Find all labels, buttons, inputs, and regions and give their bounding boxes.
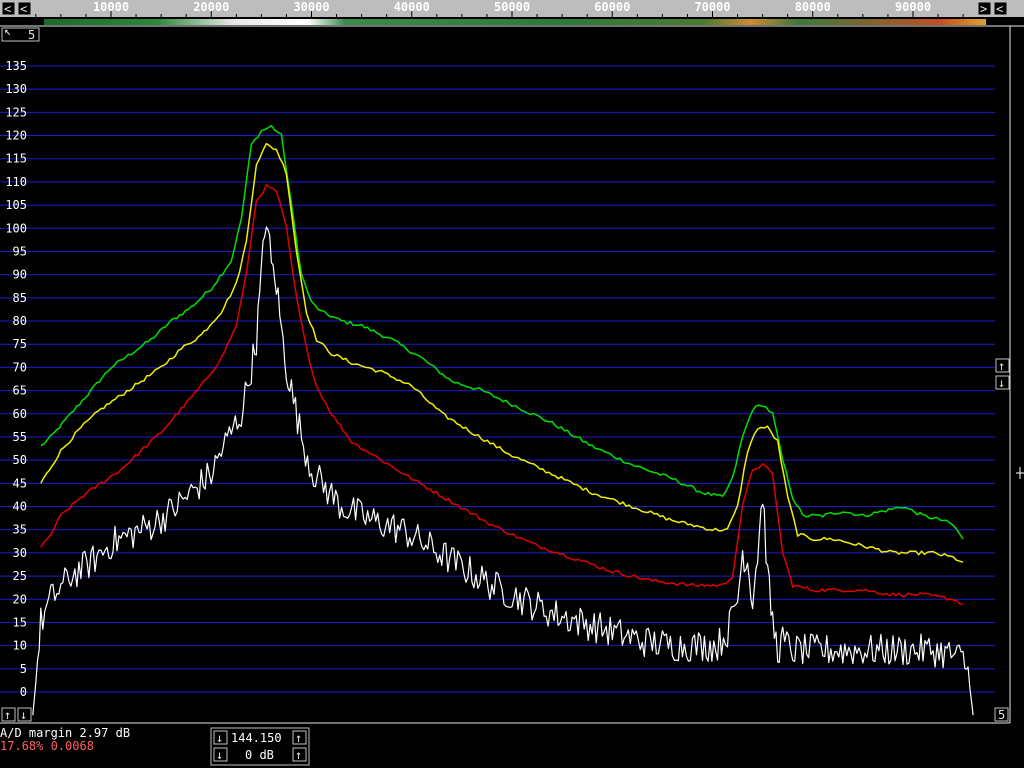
x-tick-label: 40000 <box>394 0 430 14</box>
gain-value: 0 dB <box>245 748 274 762</box>
freq-up-button[interactable]: ↑ <box>292 730 307 745</box>
x-tick-label: 20000 <box>193 0 229 14</box>
bottom-up-button[interactable]: ↑ <box>1 707 16 722</box>
bottom-down-button[interactable]: ↓ <box>17 707 32 722</box>
gain-down-button[interactable]: ↓ <box>213 747 228 762</box>
top-left-control[interactable]: ↖ 5 <box>1 24 40 42</box>
grid-lines <box>0 65 995 693</box>
crosshair-icon <box>1016 467 1024 479</box>
x-tick-label: 30000 <box>293 0 329 14</box>
chevron-left-icon: < <box>996 2 1003 16</box>
y-tick-label: 35 <box>13 523 27 537</box>
arrow-up-icon: ↑ <box>295 748 302 762</box>
ad-margin-label: A/D margin 2.97 dB <box>0 726 130 740</box>
y-tick-label: 90 <box>13 268 27 282</box>
y-tick-label: 40 <box>13 500 27 514</box>
y-tick-label: 65 <box>13 384 27 398</box>
right-down-button[interactable]: ↓ <box>995 375 1010 390</box>
arrow-up-icon: ↑ <box>295 731 302 745</box>
spectrum-traces <box>32 124 974 716</box>
y-tick-label: 70 <box>13 360 27 374</box>
y-tick-label: 60 <box>13 407 27 421</box>
y-tick-label: 95 <box>13 244 27 258</box>
waterfall-strip <box>44 19 986 25</box>
y-tick-label: 105 <box>5 198 27 212</box>
arrow-down-icon: ↓ <box>216 731 223 745</box>
chevron-left-icon: < <box>20 2 27 16</box>
corner-arrow-icon: ↖ <box>4 24 11 38</box>
y-tick-label: 85 <box>13 291 27 305</box>
y-axis-ticks: 1351301251201151101051009590858075706560… <box>5 59 27 699</box>
series-line-0 <box>40 124 964 540</box>
spectrum-window: 10000 20000 30000 40000 50000 60000 70000 80000… <box>0 0 1024 766</box>
x-tick-label: 90000 <box>895 0 931 14</box>
x-tick-label: 60000 <box>594 0 630 14</box>
x-tick-label: 70000 <box>694 0 730 14</box>
chevron-left-icon: < <box>4 2 11 16</box>
y-tick-label: 50 <box>13 453 27 467</box>
freq-down-button[interactable]: ↓ <box>213 730 228 745</box>
y-tick-label: 110 <box>5 175 27 189</box>
scroll-right-button-1[interactable]: > <box>977 1 992 16</box>
bottom-right-value: 5 <box>998 708 1005 722</box>
y-tick-label: 10 <box>13 639 27 653</box>
x-tick-label: 10000 <box>93 0 129 14</box>
y-tick-label: 15 <box>13 615 27 629</box>
y-tick-label: 5 <box>20 662 27 676</box>
y-tick-label: 25 <box>13 569 27 583</box>
y-tick-label: 45 <box>13 476 27 490</box>
series-line-1 <box>40 142 964 563</box>
y-tick-label: 20 <box>13 592 27 606</box>
y-tick-label: 55 <box>13 430 27 444</box>
y-tick-label: 135 <box>5 59 27 73</box>
x-tick-label: 50000 <box>494 0 530 14</box>
top-left-value: 5 <box>28 28 35 42</box>
y-tick-label: 30 <box>13 546 27 560</box>
arrow-down-icon: ↓ <box>20 708 27 722</box>
chevron-right-icon: > <box>980 2 987 16</box>
arrow-up-icon: ↑ <box>998 359 1005 373</box>
y-tick-label: 75 <box>13 337 27 351</box>
scroll-left-button-2[interactable]: < <box>17 1 32 16</box>
x-tick-label: 80000 <box>795 0 831 14</box>
y-tick-label: 115 <box>5 152 27 166</box>
y-tick-label: 130 <box>5 82 27 96</box>
right-up-button[interactable]: ↑ <box>995 358 1010 373</box>
series-line-3 <box>32 226 974 716</box>
series-line-2 <box>40 184 964 605</box>
overload-percent: 17.68% 0.0068 <box>0 739 94 753</box>
arrow-down-icon: ↓ <box>998 376 1005 390</box>
bottom-right-button[interactable]: 5 <box>994 707 1009 722</box>
y-tick-label: 80 <box>13 314 27 328</box>
scroll-right-button-2[interactable]: < <box>993 1 1008 16</box>
arrow-down-icon: ↓ <box>216 748 223 762</box>
y-tick-label: 0 <box>20 685 27 699</box>
y-tick-label: 120 <box>5 129 27 143</box>
frequency-value: 144.150 <box>231 731 282 745</box>
gain-up-button[interactable]: ↑ <box>292 747 307 762</box>
arrow-up-icon: ↑ <box>4 708 11 722</box>
scroll-left-button-1[interactable]: < <box>1 1 16 16</box>
y-tick-label: 100 <box>5 221 27 235</box>
y-tick-label: 125 <box>5 105 27 119</box>
